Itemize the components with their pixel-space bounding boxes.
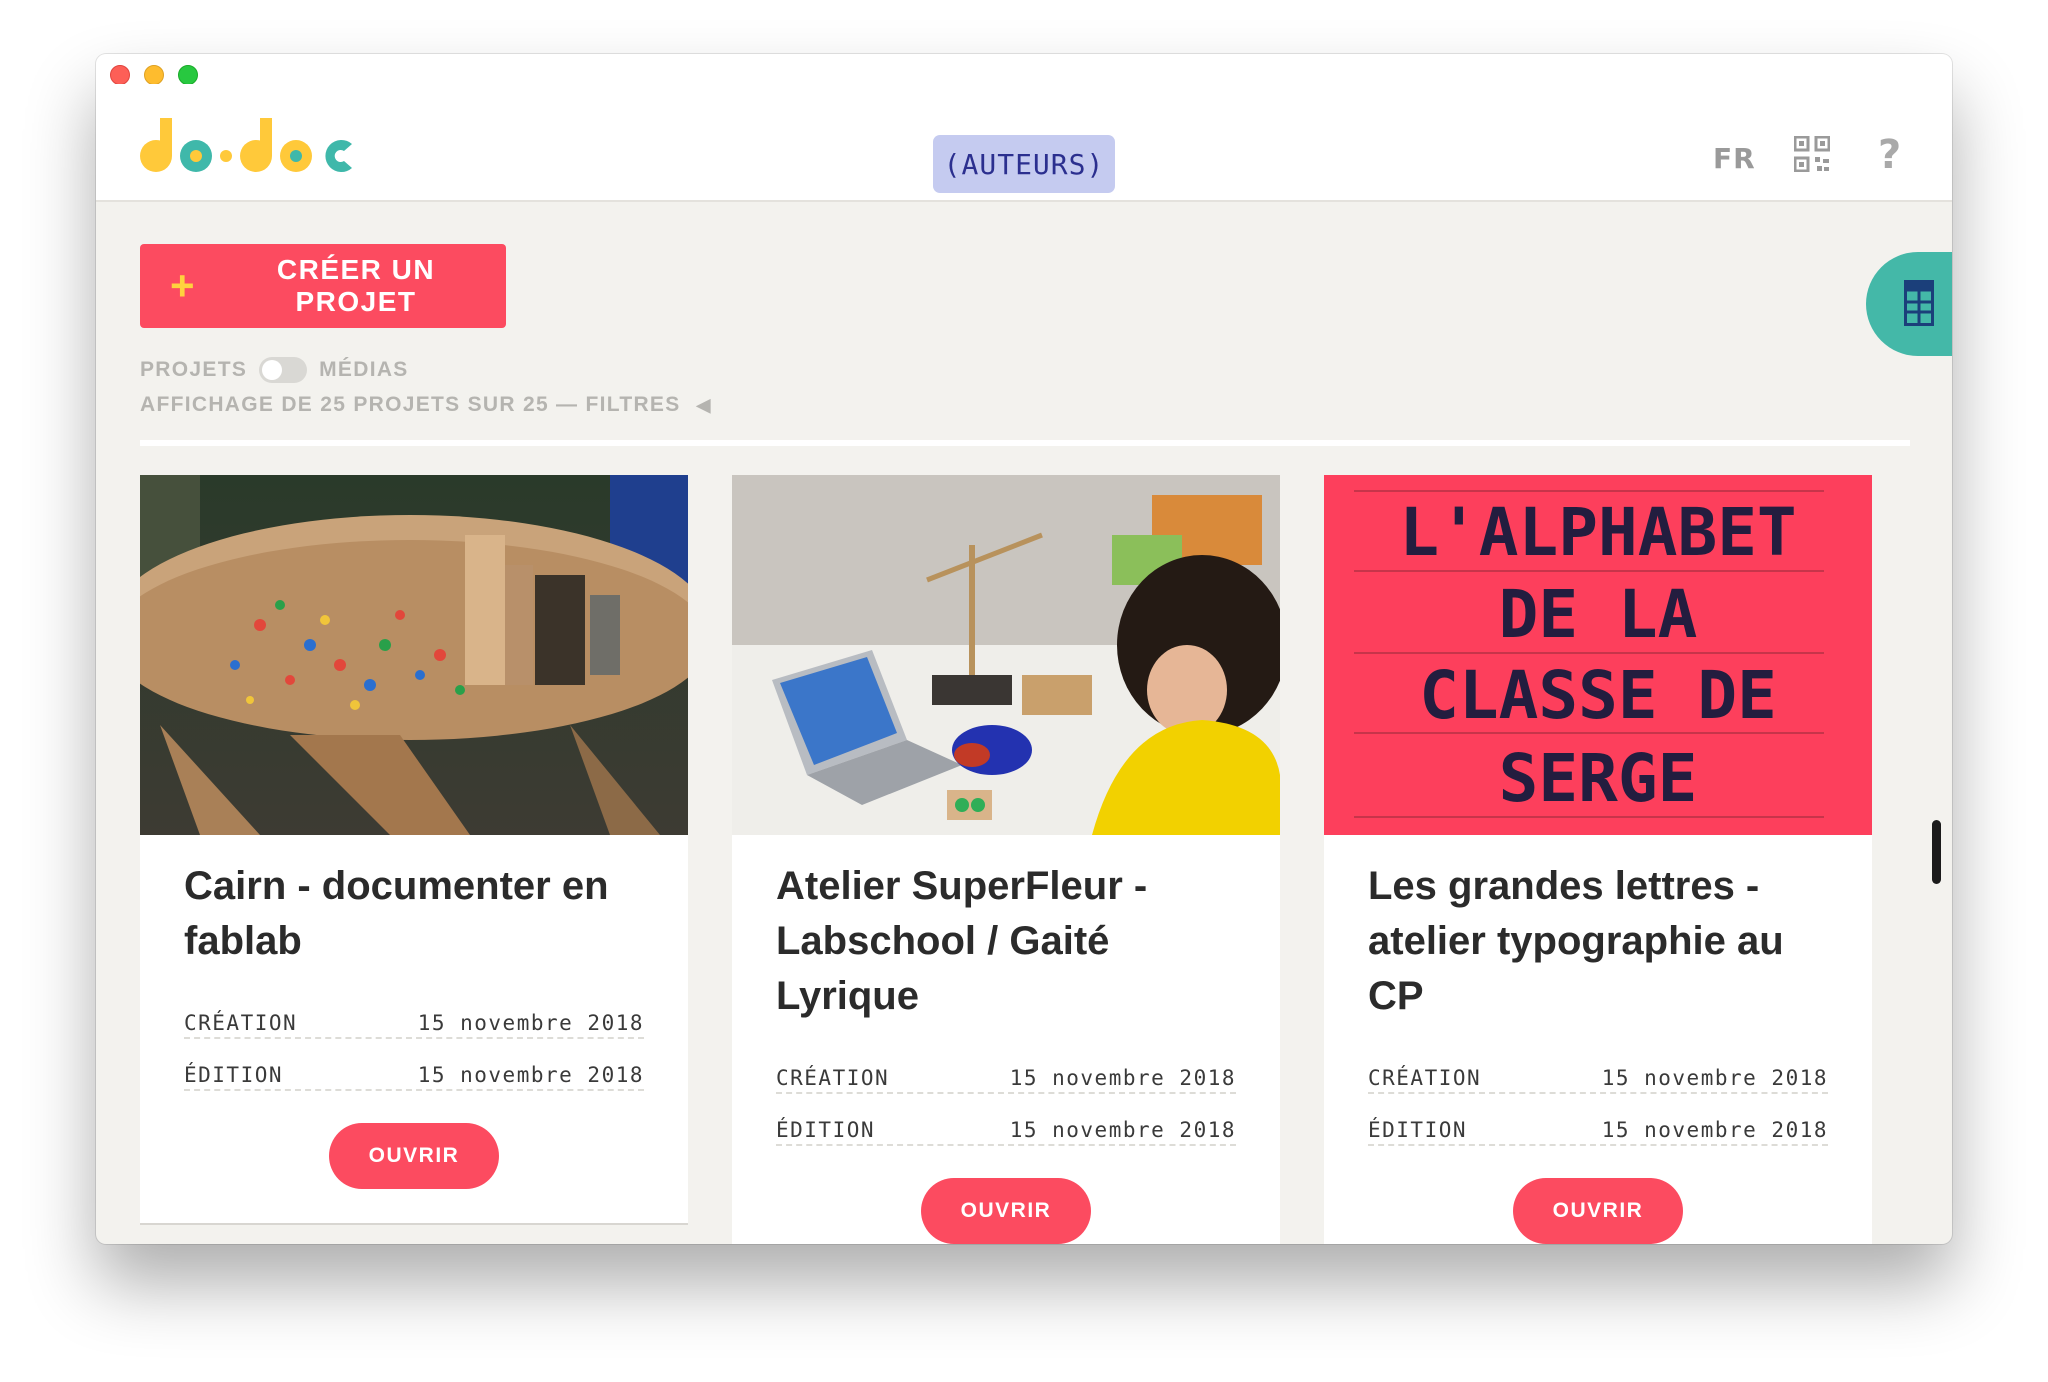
- create-project-label: CRÉER UN PROJET: [276, 254, 436, 317]
- help-icon[interactable]: ?: [1878, 132, 1901, 178]
- open-project-button[interactable]: OUVRIR: [329, 1123, 499, 1189]
- project-thumbnail[interactable]: L'ALPHABET DE LA CLASSE DE SERGE: [1324, 475, 1872, 835]
- results-summary: AFFICHAGE DE 25 PROJETS SUR 25 — FILTRES…: [140, 393, 712, 417]
- alphabet-poster: L'ALPHABET DE LA CLASSE DE SERGE: [1324, 475, 1872, 835]
- toggle-label-projects[interactable]: PROJETS: [140, 358, 247, 382]
- project-thumbnail[interactable]: [732, 475, 1280, 835]
- results-count-text[interactable]: AFFICHAGE DE 25 PROJETS SUR 25 — FILTRES: [140, 393, 681, 417]
- zoom-window-button[interactable]: [178, 65, 198, 85]
- project-card: L'ALPHABET DE LA CLASSE DE SERGE Les gra…: [1324, 475, 1872, 1244]
- poster-line-4: SERGE: [1499, 740, 1698, 817]
- edition-date: 15 novembre 2018: [417, 1063, 644, 1087]
- creation-date: 15 novembre 2018: [417, 1011, 644, 1035]
- creation-row: CRÉATION 15 novembre 2018: [184, 987, 644, 1039]
- project-meta: CRÉATION 15 novembre 2018 ÉDITION 15 nov…: [1368, 1042, 1828, 1146]
- creation-date: 15 novembre 2018: [1601, 1066, 1828, 1090]
- creation-label: CRÉATION: [1368, 1066, 1482, 1090]
- qr-code-icon[interactable]: [1794, 136, 1830, 172]
- authors-button[interactable]: (AUTEURS): [933, 135, 1115, 193]
- vertical-scrollbar-thumb[interactable]: [1932, 820, 1941, 884]
- triangle-left-icon[interactable]: ◀: [697, 395, 712, 416]
- edition-label: ÉDITION: [184, 1063, 284, 1087]
- edition-label: ÉDITION: [1368, 1118, 1468, 1142]
- creation-date: 15 novembre 2018: [1009, 1066, 1236, 1090]
- open-project-button[interactable]: OUVRIR: [921, 1178, 1091, 1244]
- edition-row: ÉDITION 15 novembre 2018: [184, 1039, 644, 1091]
- title-bar: [96, 54, 1952, 85]
- poster-line-2: DE LA: [1499, 576, 1698, 653]
- create-project-button[interactable]: + CRÉER UN PROJET: [140, 244, 506, 328]
- project-meta: CRÉATION 15 novembre 2018 ÉDITION 15 nov…: [184, 987, 644, 1091]
- creation-row: CRÉATION 15 novembre 2018: [776, 1042, 1236, 1094]
- edition-label: ÉDITION: [776, 1118, 876, 1142]
- project-card: Atelier SuperFleur - Labschool / Gaité L…: [732, 475, 1280, 1244]
- creation-label: CRÉATION: [184, 1011, 298, 1035]
- project-thumbnail[interactable]: [140, 475, 688, 835]
- dodoc-logo[interactable]: [138, 114, 368, 174]
- edition-row: ÉDITION 15 novembre 2018: [1368, 1094, 1828, 1146]
- edition-date: 15 novembre 2018: [1601, 1118, 1828, 1142]
- layout-panel-icon: [1904, 280, 1934, 326]
- language-selector[interactable]: FR: [1713, 142, 1756, 175]
- project-meta: CRÉATION 15 novembre 2018 ÉDITION 15 nov…: [776, 1042, 1236, 1146]
- poster-line-1: L'ALPHABET: [1399, 494, 1796, 571]
- creation-row: CRÉATION 15 novembre 2018: [1368, 1042, 1828, 1094]
- open-project-button[interactable]: OUVRIR: [1513, 1178, 1683, 1244]
- side-panel-toggle[interactable]: [1866, 252, 1952, 356]
- view-switch[interactable]: [259, 357, 308, 383]
- close-window-button[interactable]: [110, 65, 130, 85]
- creation-label: CRÉATION: [776, 1066, 890, 1090]
- section-divider: [140, 440, 1910, 446]
- edition-row: ÉDITION 15 novembre 2018: [776, 1094, 1236, 1146]
- poster-line-3: CLASSE DE: [1419, 657, 1777, 734]
- toggle-label-media[interactable]: MÉDIAS: [319, 358, 408, 382]
- switch-knob: [262, 360, 283, 380]
- projects-media-toggle: PROJETS MÉDIAS: [140, 357, 409, 383]
- edition-date: 15 novembre 2018: [1009, 1118, 1236, 1142]
- project-title[interactable]: Cairn - documenter en fablab: [184, 859, 644, 969]
- minimize-window-button[interactable]: [144, 65, 164, 85]
- project-title[interactable]: Les grandes lettres - atelier typographi…: [1368, 859, 1828, 1024]
- project-title[interactable]: Atelier SuperFleur - Labschool / Gaité L…: [776, 859, 1236, 1024]
- plus-icon: +: [170, 262, 197, 309]
- top-bar: (AUTEURS) FR ?: [96, 84, 1952, 202]
- project-card: Cairn - documenter en fablab CRÉATION 15…: [140, 475, 688, 1223]
- app-window: (AUTEURS) FR ? + CRÉER UN PROJET PROJETS…: [96, 54, 1952, 1244]
